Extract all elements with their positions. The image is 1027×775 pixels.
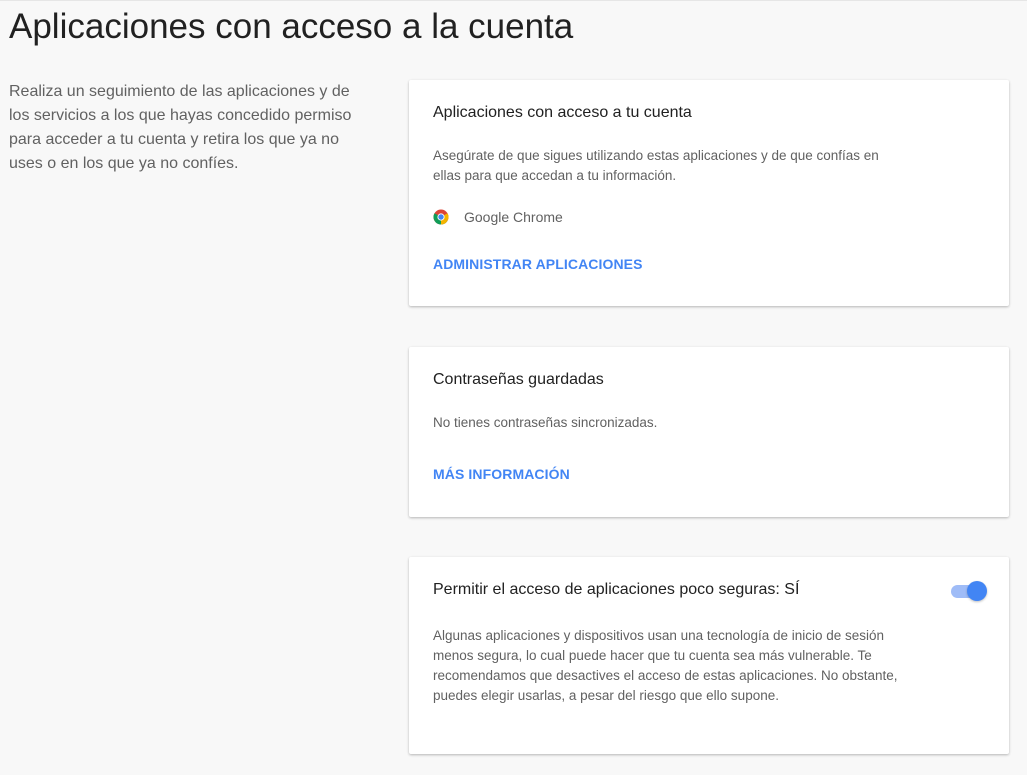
passwords-card-description: No tienes contraseñas sincronizadas. <box>433 415 658 430</box>
page-title: Aplicaciones con acceso a la cuenta <box>9 7 574 46</box>
passwords-card-title: Contraseñas guardadas <box>433 371 604 388</box>
manage-apps-button[interactable]: ADMINISTRAR APLICACIONES <box>433 255 643 273</box>
less-secure-apps-toggle[interactable] <box>949 581 987 601</box>
apps-card-description: Asegúrate de que sigues utilizando estas… <box>433 148 879 183</box>
chrome-icon <box>433 209 449 225</box>
less-secure-card-title: Permitir el acceso de aplicaciones poco … <box>433 581 800 598</box>
page-intro: Realiza un seguimiento de las aplicacion… <box>9 83 352 172</box>
less-secure-apps-card: Permitir el acceso de aplicaciones poco … <box>409 557 1009 754</box>
app-list-item: Google Chrome <box>433 208 563 226</box>
saved-passwords-card: Contraseñas guardadas No tienes contrase… <box>409 347 1009 517</box>
apps-access-card: Aplicaciones con acceso a tu cuenta Aseg… <box>409 80 1009 306</box>
toggle-thumb <box>967 581 987 601</box>
apps-card-title: Aplicaciones con acceso a tu cuenta <box>433 104 692 121</box>
less-secure-card-description: Algunas aplicaciones y dispositivos usan… <box>433 628 898 703</box>
more-info-button[interactable]: MÁS INFORMACIÓN <box>433 465 570 483</box>
app-name: Google Chrome <box>464 209 563 225</box>
